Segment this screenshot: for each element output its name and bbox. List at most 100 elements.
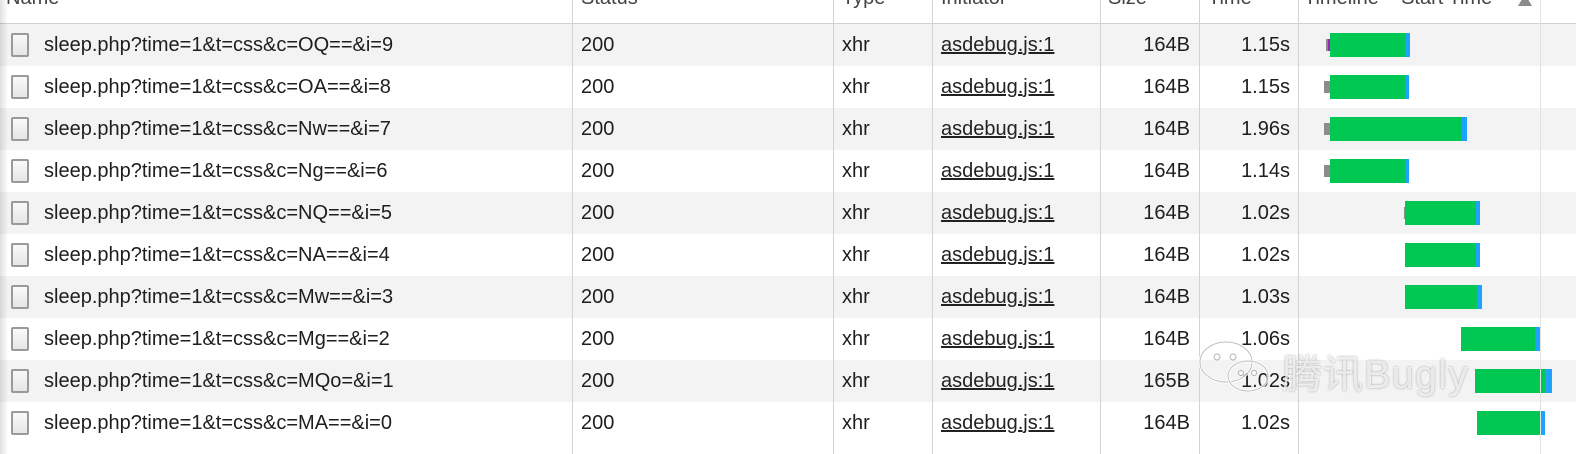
- column-divider[interactable]: [572, 0, 573, 454]
- timeline-receiving-bar[interactable]: [1462, 117, 1467, 141]
- request-status: 200: [581, 286, 615, 308]
- timeline-receiving-bar[interactable]: [1405, 75, 1409, 99]
- initiator-link[interactable]: asdebug.js:1: [941, 192, 1054, 234]
- table-row[interactable]: sleep.php?time=1&t=css&c=OQ==&i=9 200 xhr a…: [0, 24, 1576, 66]
- request-status: 200: [581, 412, 615, 434]
- request-status: 200: [581, 34, 615, 56]
- request-name[interactable]: sleep.php?time=1&t=css&c=MQo=&i=1: [44, 360, 394, 402]
- timeline-waiting-bar[interactable]: [1330, 117, 1462, 141]
- request-name[interactable]: sleep.php?time=1&t=css&c=OA==&i=8: [44, 66, 391, 108]
- request-name[interactable]: sleep.php?time=1&t=css&c=OQ==&i=9: [44, 24, 393, 66]
- table-row[interactable]: sleep.php?time=1&t=css&c=OA==&i=8 200 xhr a…: [0, 66, 1576, 108]
- request-size: 164B: [1143, 328, 1190, 350]
- document-icon: [11, 369, 29, 393]
- initiator-link[interactable]: asdebug.js:1: [941, 360, 1054, 402]
- initiator-link[interactable]: asdebug.js:1: [941, 66, 1054, 108]
- request-status: 200: [581, 118, 615, 140]
- document-icon: [11, 33, 29, 57]
- column-header-type[interactable]: Type: [842, 0, 885, 10]
- request-time: 1.15s: [1241, 76, 1290, 98]
- timeline-receiving-bar[interactable]: [1476, 201, 1480, 225]
- column-header-time[interactable]: Time: [1208, 0, 1252, 10]
- table-row[interactable]: sleep.php?time=1&t=css&c=NQ==&i=5 200 xhr a…: [0, 192, 1576, 234]
- initiator-link[interactable]: asdebug.js:1: [941, 108, 1054, 150]
- initiator-link[interactable]: asdebug.js:1: [941, 402, 1054, 444]
- initiator-link[interactable]: asdebug.js:1: [941, 234, 1054, 276]
- timeline-receiving-bar[interactable]: [1477, 285, 1482, 309]
- request-name[interactable]: sleep.php?time=1&t=css&c=MA==&i=0: [44, 402, 392, 444]
- table-header: Name Status Type Initiator Size Time Tim…: [0, 0, 1576, 24]
- initiator-link[interactable]: asdebug.js:1: [941, 276, 1054, 318]
- timeline-receiving-bar[interactable]: [1405, 159, 1409, 183]
- timeline-waiting-bar[interactable]: [1475, 369, 1545, 393]
- request-size: 164B: [1143, 76, 1190, 98]
- network-panel: Name Status Type Initiator Size Time Tim…: [0, 0, 1576, 454]
- column-divider[interactable]: [1298, 0, 1299, 454]
- timeline-waiting-bar[interactable]: [1461, 327, 1535, 351]
- request-time: 1.02s: [1241, 412, 1290, 434]
- table-row[interactable]: sleep.php?time=1&t=css&c=Nw==&i=7 200 xhr a…: [0, 108, 1576, 150]
- request-type: xhr: [842, 328, 870, 350]
- request-size: 164B: [1143, 244, 1190, 266]
- document-icon: [11, 327, 29, 351]
- document-icon: [11, 243, 29, 267]
- table-row[interactable]: sleep.php?time=1&t=css&c=NA==&i=4 200 xhr a…: [0, 234, 1576, 276]
- document-icon: [11, 411, 29, 435]
- sort-ascending-icon[interactable]: [1518, 0, 1532, 6]
- request-name[interactable]: sleep.php?time=1&t=css&c=Mg==&i=2: [44, 318, 390, 360]
- request-size: 164B: [1143, 160, 1190, 182]
- document-icon: [11, 285, 29, 309]
- request-size: 165B: [1143, 370, 1190, 392]
- request-type: xhr: [842, 160, 870, 182]
- request-type: xhr: [842, 76, 870, 98]
- request-time: 1.03s: [1241, 286, 1290, 308]
- column-header-timeline[interactable]: Timeline – Start Time: [1304, 0, 1492, 10]
- column-header-status[interactable]: Status: [581, 0, 638, 10]
- column-divider[interactable]: [1199, 0, 1200, 454]
- initiator-link[interactable]: asdebug.js:1: [941, 150, 1054, 192]
- column-divider[interactable]: [932, 0, 933, 454]
- timeline-receiving-bar[interactable]: [1405, 33, 1410, 57]
- table-row[interactable]: sleep.php?time=1&t=css&c=Mg==&i=2 200 xhr a…: [0, 318, 1576, 360]
- request-type: xhr: [842, 412, 870, 434]
- request-size: 164B: [1143, 34, 1190, 56]
- document-icon: [11, 159, 29, 183]
- request-name[interactable]: sleep.php?time=1&t=css&c=NA==&i=4: [44, 234, 390, 276]
- timeline-gridline: [1540, 0, 1541, 454]
- table-row[interactable]: sleep.php?time=1&t=css&c=MQo=&i=1 200 xhr a…: [0, 360, 1576, 402]
- timeline-receiving-bar[interactable]: [1476, 243, 1480, 267]
- column-header-initiator[interactable]: Initiator: [941, 0, 1007, 10]
- timeline-waiting-bar[interactable]: [1405, 243, 1476, 267]
- request-size: 164B: [1143, 286, 1190, 308]
- timeline-waiting-bar[interactable]: [1477, 411, 1540, 435]
- request-name[interactable]: sleep.php?time=1&t=css&c=Ng==&i=6: [44, 150, 388, 192]
- request-size: 164B: [1143, 412, 1190, 434]
- column-divider[interactable]: [833, 0, 834, 454]
- request-time: 1.15s: [1241, 34, 1290, 56]
- request-name[interactable]: sleep.php?time=1&t=css&c=Nw==&i=7: [44, 108, 391, 150]
- timeline-waiting-bar[interactable]: [1405, 285, 1477, 309]
- request-time: 1.96s: [1241, 118, 1290, 140]
- timeline-waiting-bar[interactable]: [1330, 159, 1405, 183]
- document-icon: [11, 201, 29, 225]
- table-row[interactable]: sleep.php?time=1&t=css&c=MA==&i=0 200 xhr a…: [0, 402, 1576, 444]
- column-header-size[interactable]: Size: [1108, 0, 1147, 10]
- request-status: 200: [581, 202, 615, 224]
- request-status: 200: [581, 370, 615, 392]
- request-size: 164B: [1143, 202, 1190, 224]
- column-header-name[interactable]: Name: [6, 0, 59, 10]
- initiator-link[interactable]: asdebug.js:1: [941, 24, 1054, 66]
- initiator-link[interactable]: asdebug.js:1: [941, 318, 1054, 360]
- request-type: xhr: [842, 34, 870, 56]
- timeline-receiving-bar[interactable]: [1545, 369, 1552, 393]
- request-list: sleep.php?time=1&t=css&c=OQ==&i=9 200 xhr a…: [0, 24, 1576, 444]
- timeline-waiting-bar[interactable]: [1405, 201, 1476, 225]
- table-row[interactable]: sleep.php?time=1&t=css&c=Mw==&i=3 200 xhr a…: [0, 276, 1576, 318]
- request-name[interactable]: sleep.php?time=1&t=css&c=Mw==&i=3: [44, 276, 393, 318]
- request-time: 1.14s: [1241, 160, 1290, 182]
- column-divider[interactable]: [1100, 0, 1101, 454]
- request-name[interactable]: sleep.php?time=1&t=css&c=NQ==&i=5: [44, 192, 392, 234]
- timeline-waiting-bar[interactable]: [1330, 33, 1405, 57]
- table-row[interactable]: sleep.php?time=1&t=css&c=Ng==&i=6 200 xhr a…: [0, 150, 1576, 192]
- timeline-waiting-bar[interactable]: [1330, 75, 1405, 99]
